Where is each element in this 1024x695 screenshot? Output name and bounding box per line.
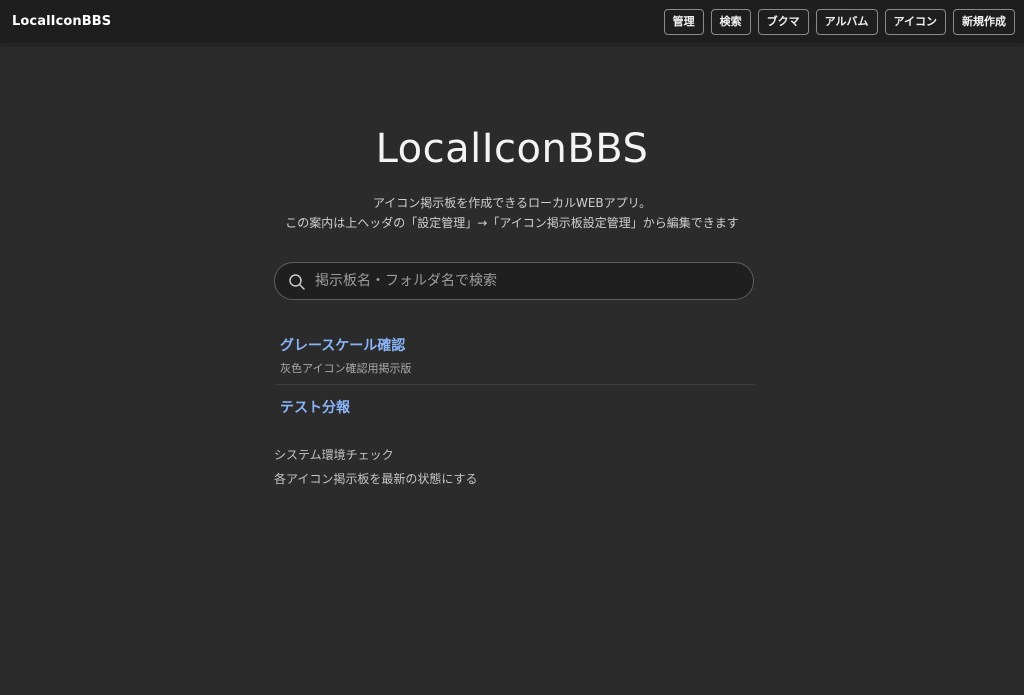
utility-links: システム環境チェック 各アイコン掲示板を最新の状態にする [274,447,478,495]
nav-bookmarks-button[interactable]: ブクマ [757,9,809,35]
page-title: LocalIconBBS [375,126,649,172]
top-header: LocalIconBBS 管理 検索 ブクマ アルバム アイコン 新規作成 [0,0,1024,44]
board-link-test-report[interactable]: テスト分報 [280,397,748,417]
refresh-boards-link[interactable]: 各アイコン掲示板を最新の状態にする [274,471,478,487]
board-description: 灰色アイコン確認用掲示版 [280,362,412,375]
header-nav: 管理 検索 ブクマ アルバム アイコン 新規作成 [663,9,1015,35]
description-line-1: アイコン掲示板を作成できるローカルWEBアプリ。 [372,196,652,210]
nav-icons-button[interactable]: アイコン [884,9,946,35]
nav-search-button[interactable]: 検索 [710,9,751,35]
search-input[interactable] [315,263,743,299]
board-link-grayscale[interactable]: グレースケール確認 [280,335,748,355]
description-line-2: この案内は上ヘッダの「設定管理」→「アイコン掲示板設定管理」から編集できます [285,216,739,230]
nav-create-button[interactable]: 新規作成 [953,9,1015,35]
search-icon [289,274,305,290]
board-list-item: グレースケール確認 灰色アイコン確認用掲示版 [274,329,754,384]
nav-album-button[interactable]: アルバム [815,9,878,35]
board-list: グレースケール確認 灰色アイコン確認用掲示版 テスト分報 [274,329,754,425]
app-brand[interactable]: LocalIconBBS [12,14,111,29]
nav-admin-button[interactable]: 管理 [663,9,704,35]
page-description: アイコン掲示板を作成できるローカルWEBアプリ。 この案内は上ヘッダの「設定管理… [0,193,1024,233]
system-check-link[interactable]: システム環境チェック [274,447,478,463]
board-list-item: テスト分報 [274,384,754,425]
board-search-box [274,262,754,300]
